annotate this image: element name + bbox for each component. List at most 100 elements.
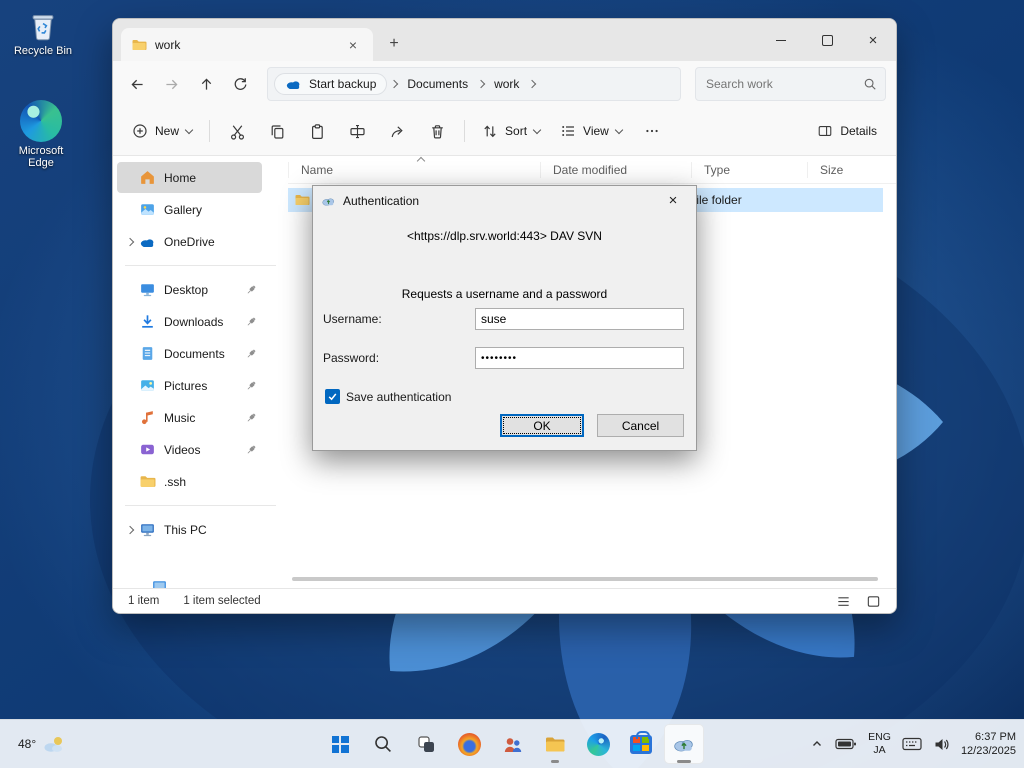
up-button[interactable] xyxy=(192,67,221,101)
dialog-title-bar[interactable]: Authentication × xyxy=(313,186,696,215)
home-icon xyxy=(141,171,154,184)
username-field[interactable] xyxy=(475,308,684,330)
sidebar-item-home[interactable]: Home xyxy=(117,162,262,193)
password-label: Password: xyxy=(323,351,380,365)
search-input[interactable] xyxy=(704,76,863,92)
desktop: Recycle Bin Microsoft Edge work × + × St… xyxy=(0,0,1024,768)
ellipsis-icon xyxy=(646,129,658,133)
chevron-right-icon[interactable] xyxy=(121,525,139,534)
cancel-button[interactable]: Cancel xyxy=(597,414,684,437)
recycle-bin-icon xyxy=(32,15,54,41)
file-explorer-button[interactable] xyxy=(535,724,575,764)
sidebar-item-downloads[interactable]: Downloads xyxy=(117,306,262,337)
sidebar-item-ssh[interactable]: .ssh xyxy=(117,466,262,497)
task-view-icon xyxy=(417,735,434,752)
dialog-close-button[interactable]: × xyxy=(658,190,688,212)
details-pane-button[interactable]: Details xyxy=(808,114,886,148)
paste-button[interactable] xyxy=(298,114,336,148)
date: 12/23/2025 xyxy=(960,745,1016,757)
see-more-button[interactable] xyxy=(633,114,671,148)
language-line-2: JA xyxy=(873,744,886,756)
view-toggles xyxy=(834,592,882,610)
rename-button[interactable] xyxy=(338,114,376,148)
close-button[interactable]: × xyxy=(850,19,896,61)
column-header-name[interactable]: Name xyxy=(288,161,540,178)
firefox-button[interactable] xyxy=(449,724,489,764)
sidebar-item-pictures[interactable]: Pictures xyxy=(117,370,262,401)
back-button[interactable] xyxy=(123,67,152,101)
task-view-button[interactable] xyxy=(406,724,446,764)
search-box[interactable] xyxy=(695,67,886,101)
tab-close-button[interactable]: × xyxy=(343,35,363,55)
cut-button[interactable] xyxy=(218,114,256,148)
minimize-button[interactable] xyxy=(758,19,804,61)
details-view-button[interactable] xyxy=(834,592,852,610)
column-header-type[interactable]: Type xyxy=(691,161,807,178)
edge-button[interactable] xyxy=(578,724,618,764)
start-backup-button[interactable]: Start backup xyxy=(274,73,388,95)
people-button[interactable] xyxy=(492,724,532,764)
forward-button[interactable] xyxy=(158,67,187,101)
folder-icon xyxy=(132,39,147,50)
rename-icon xyxy=(349,124,365,138)
battery-icon[interactable] xyxy=(835,737,857,751)
sort-button[interactable]: Sort xyxy=(473,114,549,148)
details-button-label: Details xyxy=(840,124,877,138)
sidebar-item-desktop[interactable]: Desktop xyxy=(117,274,262,305)
new-plus-icon xyxy=(133,124,147,138)
sidebar-item-label: Downloads xyxy=(164,314,224,329)
sidebar-item-this-pc[interactable]: This PC xyxy=(117,514,262,545)
desktop-icon xyxy=(141,284,154,297)
volume-icon[interactable] xyxy=(933,737,950,752)
save-authentication-label: Save authentication xyxy=(346,389,452,404)
sidebar-item-gallery[interactable]: Gallery xyxy=(117,194,262,225)
chevron-right-icon xyxy=(528,79,537,89)
view-button[interactable]: View xyxy=(551,114,631,148)
sidebar-item-music[interactable]: Music xyxy=(117,402,262,433)
sidebar-item-documents[interactable]: Documents xyxy=(117,338,262,369)
sidebar-item-onedrive[interactable]: OneDrive xyxy=(117,226,262,257)
explorer-tab[interactable]: work × xyxy=(121,28,373,61)
column-header-size[interactable]: Size xyxy=(807,161,886,178)
start-button[interactable] xyxy=(320,724,360,764)
breadcrumb-item-documents[interactable]: Documents xyxy=(401,75,474,93)
chevron-right-icon xyxy=(390,79,399,89)
sidebar-item-videos[interactable]: Videos xyxy=(117,434,262,465)
system-tray: ENG JA 6:37 PM 12/23/2025 xyxy=(810,720,1016,768)
save-authentication-option[interactable]: Save authentication xyxy=(325,389,451,404)
open-app-indicator xyxy=(551,760,559,763)
keyboard-icon[interactable] xyxy=(902,737,922,751)
clock[interactable]: 6:37 PM 12/23/2025 xyxy=(961,730,1016,759)
ok-button[interactable]: OK xyxy=(500,414,584,437)
back-icon xyxy=(131,79,143,89)
sort-button-label: Sort xyxy=(505,124,528,138)
share-button[interactable] xyxy=(378,114,416,148)
weather-widget[interactable]: 48° xyxy=(10,720,74,768)
desktop-icon-microsoft-edge[interactable]: Microsoft Edge xyxy=(8,100,74,169)
large-thumbnails-view-button[interactable] xyxy=(864,592,882,610)
column-header-date-modified[interactable]: Date modified xyxy=(540,161,691,178)
address-breadcrumb-bar[interactable]: Start backup Documents work xyxy=(267,67,681,101)
horizontal-scrollbar[interactable] xyxy=(292,577,878,581)
delete-button[interactable] xyxy=(418,114,456,148)
show-hidden-icons-chevron[interactable] xyxy=(810,737,824,751)
password-field[interactable] xyxy=(475,347,684,369)
svn-authentication-app-button[interactable] xyxy=(664,724,704,764)
pin-icon xyxy=(247,349,256,357)
chevron-right-icon[interactable] xyxy=(121,237,139,246)
new-button[interactable]: New xyxy=(123,114,201,148)
new-tab-button[interactable]: + xyxy=(381,31,407,57)
view-icon xyxy=(562,126,575,136)
language-indicator[interactable]: ENG JA xyxy=(868,731,891,756)
status-bar: 1 item 1 item selected xyxy=(113,588,896,613)
maximize-button[interactable] xyxy=(804,19,850,61)
microsoft-store-button[interactable] xyxy=(621,724,661,764)
onedrive-icon xyxy=(140,238,154,247)
share-icon xyxy=(391,125,403,137)
search-button[interactable] xyxy=(363,724,403,764)
copy-button[interactable] xyxy=(258,114,296,148)
breadcrumb-item-work[interactable]: work xyxy=(488,75,525,93)
refresh-button[interactable] xyxy=(227,67,256,101)
checkbox-checked-icon[interactable] xyxy=(325,389,340,404)
desktop-icon-recycle-bin[interactable]: Recycle Bin xyxy=(10,8,76,57)
